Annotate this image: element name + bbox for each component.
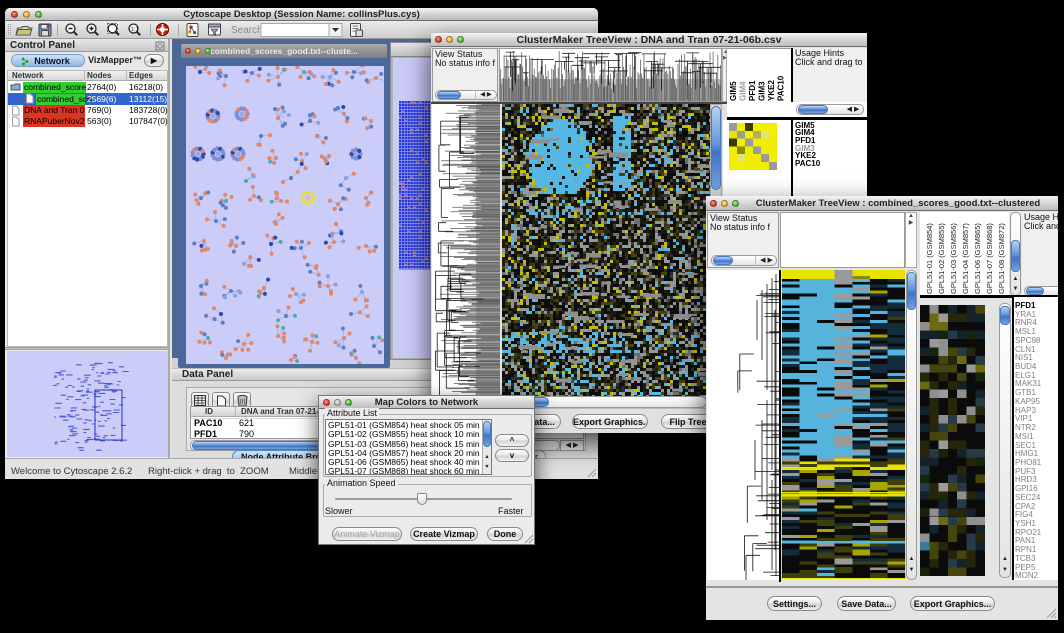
svg-text:PAC10: PAC10 [777, 75, 786, 101]
svg-text:PFD1: PFD1 [748, 80, 757, 101]
svg-text:GPL51-08 (GSM872): GPL51-08 (GSM872) [997, 223, 1006, 294]
svg-text:GPL51-03 (GSM856): GPL51-03 (GSM856) [949, 223, 958, 294]
svg-text:YKE2: YKE2 [767, 80, 776, 101]
svg-text:GIM4: GIM4 [739, 81, 748, 101]
svg-text:GPL51-02 (GSM855): GPL51-02 (GSM855) [937, 223, 946, 294]
svg-text:GPL51-07 (GSM868): GPL51-07 (GSM868) [985, 223, 994, 294]
svg-text:Search:: Search: [231, 25, 265, 36]
svg-text:GIM3: GIM3 [758, 81, 767, 101]
svg-text:GPL51-04 (GSM857): GPL51-04 (GSM857) [961, 223, 970, 294]
svg-text:GPL51-06 (GSM865): GPL51-06 (GSM865) [973, 223, 982, 294]
svg-text:GPL51-01 (GSM854): GPL51-01 (GSM854) [925, 223, 934, 294]
svg-text:GIM5: GIM5 [729, 81, 738, 101]
